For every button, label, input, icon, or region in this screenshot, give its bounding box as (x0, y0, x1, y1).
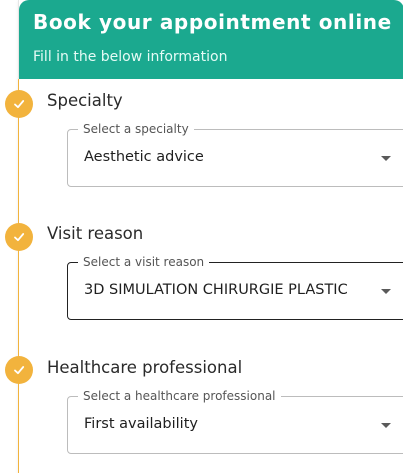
visit-reason-select-label: Select a visit reason (78, 255, 210, 269)
healthcare-professional-select-label: Select a healthcare professional (78, 389, 281, 403)
healthcare-professional-select[interactable]: Select a healthcare professional First a… (67, 389, 403, 454)
caret-down-icon (381, 289, 391, 294)
visit-reason-select-value: 3D SIMULATION CHIRURGIE PLASTIC (84, 282, 348, 298)
step-title-visit-reason: Visit reason (47, 224, 144, 243)
header-title: Book your appointment online (33, 10, 392, 34)
specialty-select[interactable]: Select a specialty Aesthetic advice (67, 122, 403, 187)
check-icon (5, 356, 33, 384)
healthcare-professional-select-value: First availability (84, 416, 198, 432)
caret-down-icon (381, 156, 391, 161)
header-subtitle: Fill in the below information (33, 49, 228, 65)
step-specialty: Specialty Select a specialty Aesthetic a… (19, 79, 403, 209)
specialty-select-label: Select a specialty (78, 122, 194, 136)
step-healthcare-professional: Healthcare professional Select a healthc… (19, 343, 403, 473)
step-title-specialty: Specialty (47, 91, 123, 110)
check-icon (5, 223, 33, 251)
step-visit-reason: Visit reason Select a visit reason 3D SI… (19, 208, 403, 344)
visit-reason-select[interactable]: Select a visit reason 3D SIMULATION CHIR… (67, 255, 403, 320)
specialty-select-value: Aesthetic advice (84, 149, 204, 165)
caret-down-icon (381, 423, 391, 428)
booking-header: Book your appointment online Fill in the… (19, 0, 403, 79)
step-title-healthcare-professional: Healthcare professional (47, 358, 243, 377)
check-icon (5, 90, 33, 118)
